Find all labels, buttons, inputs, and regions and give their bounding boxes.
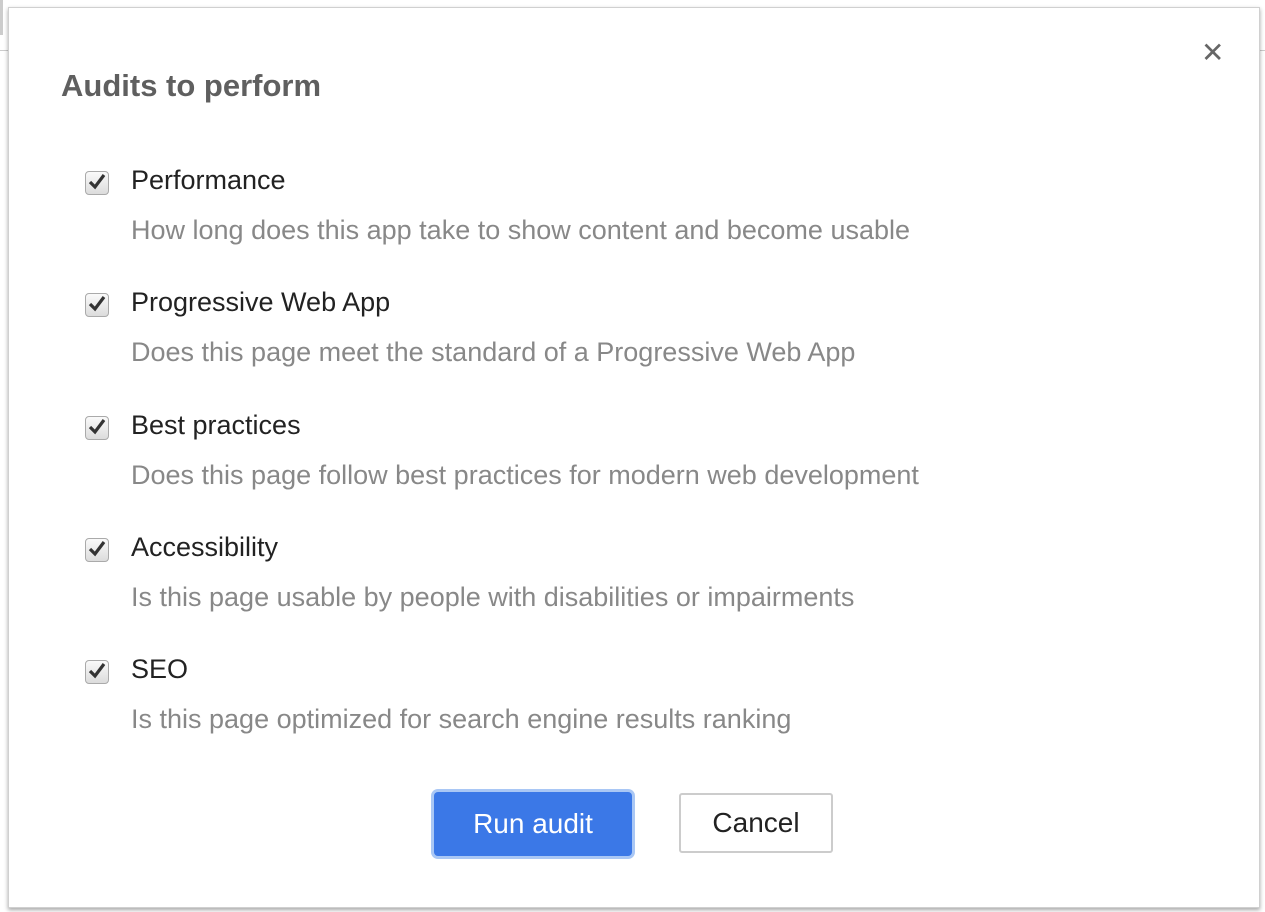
checkmark-icon <box>88 540 106 557</box>
audit-checkbox[interactable] <box>85 537 109 562</box>
audit-label[interactable]: Performance <box>131 165 286 196</box>
checkmark-icon <box>88 174 106 190</box>
audit-label[interactable]: Accessibility <box>131 532 278 563</box>
audit-description: Does this page follow best practices for… <box>131 459 919 490</box>
audits-dialog: Audits to perform ✕ Performance How long … <box>8 7 1260 908</box>
audit-description: Is this page optimized for search engine… <box>131 704 792 735</box>
audit-checkbox[interactable] <box>85 660 109 685</box>
checkmark-icon <box>88 663 106 679</box>
audit-description: Does this page meet the standard of a Pr… <box>131 337 856 368</box>
audit-checkbox[interactable] <box>85 415 109 440</box>
cancel-button[interactable]: Cancel <box>679 793 833 853</box>
close-icon[interactable]: ✕ <box>1201 36 1224 69</box>
checkmark-icon <box>88 418 106 435</box>
background-edge <box>0 0 3 35</box>
audit-description: Is this page usable by people with disab… <box>131 581 855 612</box>
checkmark-icon <box>88 296 106 312</box>
run-audit-button[interactable]: Run audit <box>434 792 632 856</box>
audit-label[interactable]: Best practices <box>131 410 301 441</box>
audit-label[interactable]: Progressive Web App <box>131 287 390 318</box>
dialog-title: Audits to perform <box>61 68 322 103</box>
audit-description: How long does this app take to show cont… <box>131 215 911 245</box>
audit-checkbox[interactable] <box>85 171 109 195</box>
audit-label[interactable]: SEO <box>131 654 188 685</box>
audit-checkbox[interactable] <box>85 293 109 318</box>
